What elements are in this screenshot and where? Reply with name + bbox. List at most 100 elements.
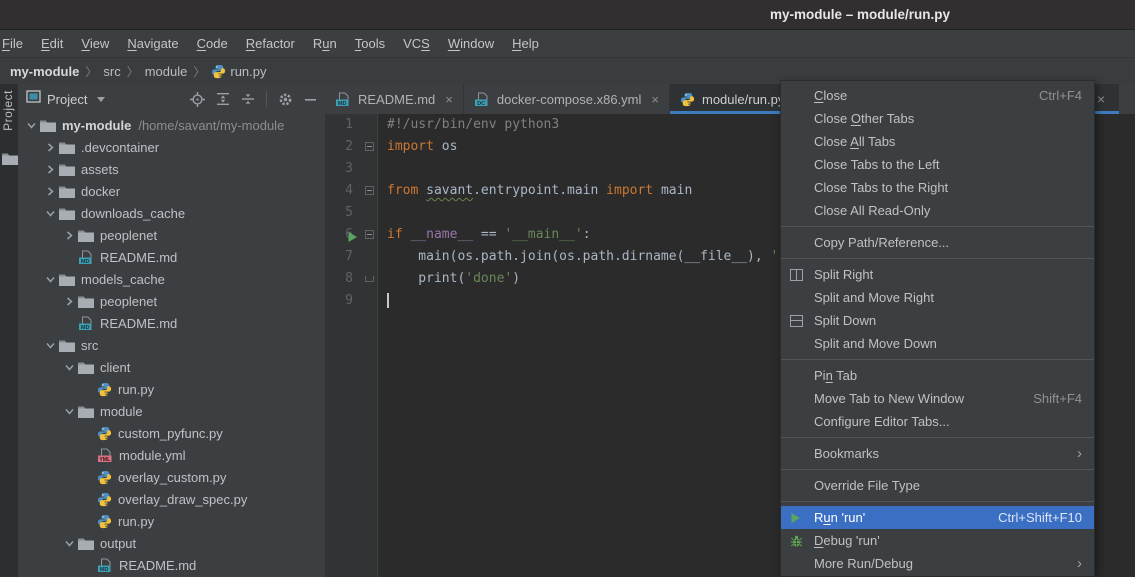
- menu-item-close-all-read-only[interactable]: Close All Read-Only: [781, 199, 1094, 222]
- menu-item-more-run-debug[interactable]: More Run/Debug›: [781, 552, 1094, 575]
- menu-item-run-run[interactable]: Run 'run'Ctrl+Shift+F10: [781, 506, 1094, 529]
- chevron-down-icon[interactable]: [41, 275, 59, 284]
- python-file-icon: [97, 470, 112, 485]
- code-line-7[interactable]: main(os.path.join(os.path.dirname(__file…: [387, 246, 778, 268]
- chevron-down-icon[interactable]: [22, 121, 40, 130]
- stripe-project-tab[interactable]: Project: [1, 90, 17, 131]
- run-gutter-icon[interactable]: [347, 224, 358, 246]
- chevron-right-icon[interactable]: [60, 231, 78, 240]
- menubar-item-edit[interactable]: Edit: [32, 30, 72, 57]
- menubar-item-help[interactable]: Help: [503, 30, 548, 57]
- tree-item-path: /home/savant/my-module: [138, 118, 284, 133]
- breadcrumb-item-run.py[interactable]: run.py: [209, 64, 268, 79]
- chevron-down-icon[interactable]: [41, 209, 59, 218]
- code-line-6[interactable]: if __name__ == '__main__':: [387, 224, 591, 246]
- menu-item-shortcut: Ctrl+F4: [1039, 88, 1082, 103]
- submenu-arrow-icon: ›: [1077, 555, 1082, 572]
- code-line-8[interactable]: print('done'): [387, 268, 520, 290]
- tree-item-README.md[interactable]: MDREADME.md: [18, 554, 325, 576]
- chevron-down-icon[interactable]: [60, 407, 78, 416]
- md-file-icon: MD: [335, 92, 351, 107]
- tree-item-assets[interactable]: assets: [18, 158, 325, 180]
- menubar-item-view[interactable]: View: [72, 30, 118, 57]
- tree-item-.devcontainer[interactable]: .devcontainer: [18, 136, 325, 158]
- locate-icon[interactable]: [190, 92, 205, 107]
- menu-item-close-tabs-to-the-right[interactable]: Close Tabs to the Right: [781, 176, 1094, 199]
- menu-item-configure-editor-tabs[interactable]: Configure Editor Tabs...: [781, 410, 1094, 433]
- tab-close-icon[interactable]: ×: [1097, 91, 1105, 107]
- tree-item-downloads_cache[interactable]: downloads_cache: [18, 202, 325, 224]
- menu-item-debug-run[interactable]: Debug 'run': [781, 529, 1094, 552]
- breadcrumb-item-module[interactable]: module: [143, 64, 190, 79]
- menu-item-split-down[interactable]: Split Down: [781, 309, 1094, 332]
- fold-marker-icon[interactable]: [365, 268, 374, 290]
- menu-item-bookmarks[interactable]: Bookmarks›: [781, 442, 1094, 465]
- tree-item-README.md[interactable]: MDREADME.md: [18, 246, 325, 268]
- tree-item-docker[interactable]: docker: [18, 180, 325, 202]
- expand-all-icon[interactable]: [216, 92, 230, 106]
- tree-item-module.yml[interactable]: YMLmodule.yml: [18, 444, 325, 466]
- tree-item-README.md[interactable]: MDREADME.md: [18, 312, 325, 334]
- tree-item-models_cache[interactable]: models_cache: [18, 268, 325, 290]
- chevron-right-icon[interactable]: [41, 187, 59, 196]
- tree-item-run.py[interactable]: run.py: [18, 510, 325, 532]
- menu-item-split-right[interactable]: Split Right: [781, 263, 1094, 286]
- menubar-item-code[interactable]: Code: [188, 30, 237, 57]
- title-bar[interactable]: my-module – module/run.py: [0, 0, 1135, 30]
- chevron-right-icon[interactable]: [41, 165, 59, 174]
- menu-item-close-all-tabs[interactable]: Close All Tabs: [781, 130, 1094, 153]
- chevron-right-icon[interactable]: [41, 143, 59, 152]
- code-line-2[interactable]: import os: [387, 136, 457, 158]
- fold-marker-icon[interactable]: [365, 136, 374, 158]
- menubar-item-tools[interactable]: Tools: [346, 30, 394, 57]
- chevron-down-icon[interactable]: [60, 363, 78, 372]
- menu-item-split-and-move-right[interactable]: Split and Move Right: [781, 286, 1094, 309]
- menu-item-close-tabs-to-the-left[interactable]: Close Tabs to the Left: [781, 153, 1094, 176]
- tree-item-my-module[interactable]: my-module/home/savant/my-module: [18, 114, 325, 136]
- menubar-item-vcs[interactable]: VCS: [394, 30, 439, 57]
- chevron-down-icon[interactable]: [60, 539, 78, 548]
- tab-close-icon[interactable]: ×: [445, 92, 453, 107]
- tree-item-src[interactable]: src: [18, 334, 325, 356]
- collapse-all-icon[interactable]: [241, 92, 255, 106]
- tree-item-overlay_draw_spec.py[interactable]: overlay_draw_spec.py: [18, 488, 325, 510]
- tree-item-overlay_custom.py[interactable]: overlay_custom.py: [18, 466, 325, 488]
- tree-item-peoplenet[interactable]: peoplenet: [18, 290, 325, 312]
- tree-item-module[interactable]: module: [18, 400, 325, 422]
- code-line-4[interactable]: from savant.entrypoint.main import main: [387, 180, 692, 202]
- code-token: from: [387, 183, 418, 198]
- menubar-item-file[interactable]: File: [0, 30, 32, 57]
- menu-item-close-other-tabs[interactable]: Close Other Tabs: [781, 107, 1094, 130]
- breadcrumb-item-my-module[interactable]: my-module: [8, 64, 81, 79]
- project-panel-title[interactable]: Project: [47, 92, 87, 107]
- menu-item-close[interactable]: CloseCtrl+F4: [781, 84, 1094, 107]
- tree-item-custom_pyfunc.py[interactable]: custom_pyfunc.py: [18, 422, 325, 444]
- menu-item-copy-path-reference[interactable]: Copy Path/Reference...: [781, 231, 1094, 254]
- breadcrumb-item-src[interactable]: src: [101, 64, 122, 79]
- chevron-down-icon[interactable]: [97, 97, 105, 102]
- hide-icon[interactable]: [304, 93, 317, 106]
- menubar-item-navigate[interactable]: Navigate: [118, 30, 187, 57]
- code-line-9[interactable]: [387, 290, 389, 312]
- menu-item-move-tab-to-new-window[interactable]: Move Tab to New WindowShift+F4: [781, 387, 1094, 410]
- fold-marker-icon[interactable]: [365, 180, 374, 202]
- chevron-down-icon[interactable]: [41, 341, 59, 350]
- menu-item-pin-tab[interactable]: Pin Tab: [781, 364, 1094, 387]
- tree-item-run.py[interactable]: run.py: [18, 378, 325, 400]
- fold-marker-icon[interactable]: [365, 224, 374, 246]
- menu-item-split-and-move-down[interactable]: Split and Move Down: [781, 332, 1094, 355]
- menubar-item-run[interactable]: Run: [304, 30, 346, 57]
- tab-close-icon[interactable]: ×: [651, 92, 659, 107]
- menu-item-override-file-type[interactable]: Override File Type: [781, 474, 1094, 497]
- menubar-item-window[interactable]: Window: [439, 30, 503, 57]
- code-token: #!/usr/bin/env python3: [387, 117, 559, 132]
- tree-item-peoplenet[interactable]: peoplenet: [18, 224, 325, 246]
- menubar-item-refactor[interactable]: Refactor: [237, 30, 304, 57]
- settings-icon[interactable]: [278, 92, 293, 107]
- chevron-right-icon[interactable]: [60, 297, 78, 306]
- code-line-1[interactable]: #!/usr/bin/env python3: [387, 114, 559, 136]
- editor-tab-README.md[interactable]: MDREADME.md×: [325, 84, 464, 114]
- editor-tab-docker-compose.x86.yml[interactable]: DCdocker-compose.x86.yml×: [464, 84, 670, 114]
- tree-item-client[interactable]: client: [18, 356, 325, 378]
- tree-item-output[interactable]: output: [18, 532, 325, 554]
